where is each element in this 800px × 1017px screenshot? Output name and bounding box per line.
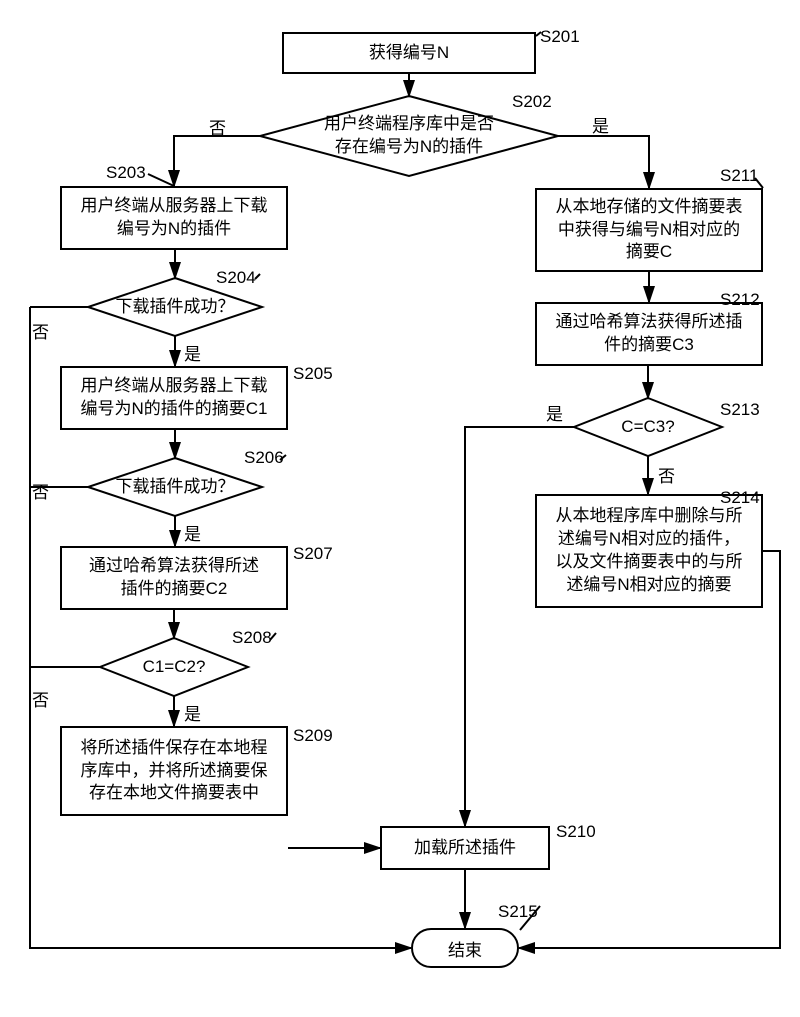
- step-s210: 加载所述插件: [380, 826, 550, 870]
- tag-s203: S203: [106, 163, 146, 183]
- step-label: 获得编号N: [369, 42, 449, 65]
- step-s207: 通过哈希算法获得所述插件的摘要C2: [60, 546, 288, 610]
- branch-yes-label: 是: [182, 340, 203, 365]
- decision-s206: 下载插件成功？: [88, 458, 262, 516]
- branch-no-label: 否: [207, 114, 228, 139]
- step-s201: 获得编号N: [282, 32, 536, 74]
- tag-s204: S204: [216, 268, 256, 288]
- decision-s208: C1=C2?: [100, 638, 248, 696]
- branch-no-label: 否: [30, 318, 51, 343]
- tag-s214: S214: [720, 488, 760, 508]
- step-label: 从本地存储的文件摘要表中获得与编号N相对应的摘要C: [556, 196, 743, 265]
- decision-label: C1=C2?: [143, 656, 206, 679]
- decision-s213: C=C3?: [574, 398, 722, 456]
- step-label: 加载所述插件: [414, 837, 516, 860]
- branch-no-label: 否: [656, 462, 677, 487]
- tag-s210: S210: [556, 822, 596, 842]
- step-s209: 将所述插件保存在本地程序库中，并将所述摘要保存在本地文件摘要表中: [60, 726, 288, 816]
- tag-s206: S206: [244, 448, 284, 468]
- terminator-label: 结束: [448, 936, 482, 961]
- step-label: 通过哈希算法获得所述插件的摘要C3: [556, 311, 743, 357]
- tag-s211: S211: [720, 166, 758, 186]
- tag-s213: S213: [720, 400, 760, 420]
- tag-s215: S215: [498, 902, 538, 922]
- step-s205: 用户终端从服务器上下载编号为N的插件的摘要C1: [60, 366, 288, 430]
- decision-label: C=C3?: [621, 416, 674, 439]
- step-label: 从本地程序库中删除与所述编号N相对应的插件，以及文件摘要表中的与所述编号N相对应…: [556, 505, 743, 597]
- branch-yes-label: 是: [182, 520, 203, 545]
- branch-yes-label: 是: [590, 112, 611, 137]
- tag-s209: S209: [293, 726, 333, 746]
- terminator-end: 结束: [411, 928, 519, 968]
- decision-label: 用户终端程序库中是否存在编号为N的插件: [324, 113, 494, 159]
- step-s211: 从本地存储的文件摘要表中获得与编号N相对应的摘要C: [535, 188, 763, 272]
- step-label: 通过哈希算法获得所述插件的摘要C2: [89, 555, 259, 601]
- tag-s202: S202: [512, 92, 552, 112]
- step-label: 将所述插件保存在本地程序库中，并将所述摘要保存在本地文件摘要表中: [81, 737, 268, 806]
- tag-s207: S207: [293, 544, 333, 564]
- step-label: 用户终端从服务器上下载编号为N的插件: [81, 195, 268, 241]
- tag-s201: S201: [540, 27, 580, 47]
- branch-yes-label: 是: [182, 700, 203, 725]
- tag-s208: S208: [232, 628, 272, 648]
- step-label: 用户终端从服务器上下载编号为N的插件的摘要C1: [80, 375, 267, 421]
- decision-label: 下载插件成功？: [116, 296, 235, 319]
- branch-no-label: 否: [30, 478, 51, 503]
- flowchart-canvas: 获得编号N S201 用户终端程序库中是否存在编号为N的插件 S202 否 是 …: [0, 0, 800, 1017]
- decision-label: 下载插件成功？: [116, 476, 235, 499]
- step-s214: 从本地程序库中删除与所述编号N相对应的插件，以及文件摘要表中的与所述编号N相对应…: [535, 494, 763, 608]
- step-s203: 用户终端从服务器上下载编号为N的插件: [60, 186, 288, 250]
- step-s212: 通过哈希算法获得所述插件的摘要C3: [535, 302, 763, 366]
- tag-s205: S205: [293, 364, 333, 384]
- tag-s212: S212: [720, 290, 760, 310]
- branch-no-label: 否: [30, 686, 51, 711]
- branch-yes-label: 是: [544, 400, 565, 425]
